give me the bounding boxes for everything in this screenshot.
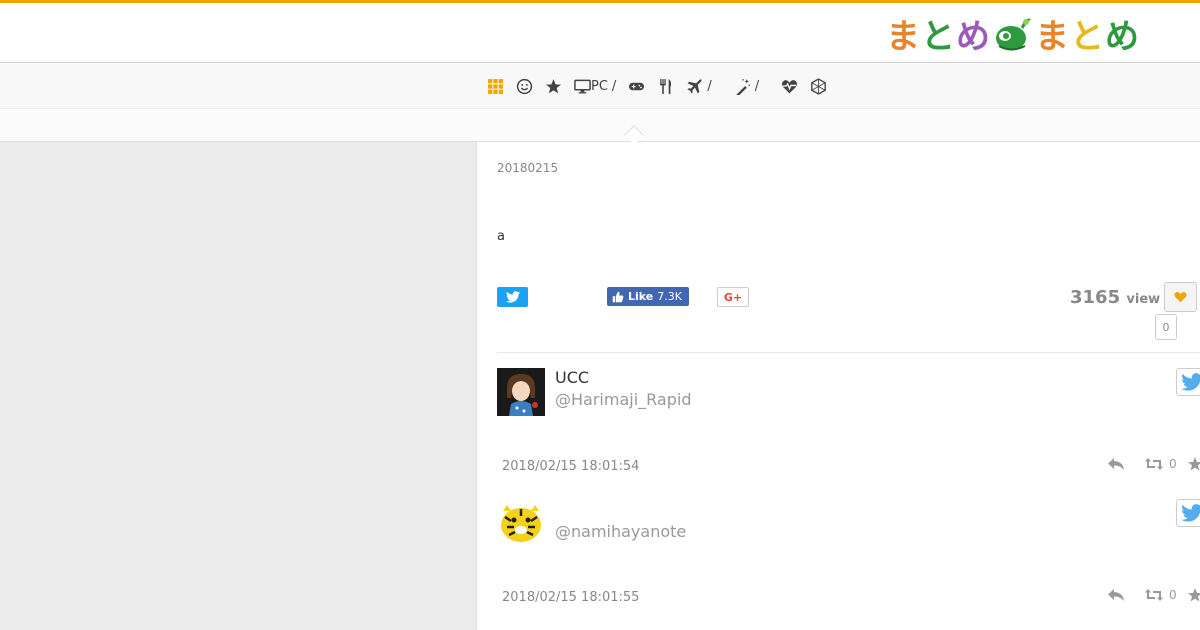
- nav-item-travel[interactable]: /: [686, 76, 712, 96]
- article-body: a: [497, 229, 505, 244]
- twitter-bird-icon: [505, 291, 520, 303]
- nav-item-food[interactable]: [657, 76, 674, 96]
- reply-icon[interactable]: [1107, 456, 1125, 472]
- nav-item-other[interactable]: [810, 76, 827, 96]
- category-nav: PC / / /: [0, 64, 1200, 108]
- reply-icon[interactable]: [1107, 587, 1125, 603]
- site-header: ま と め ま と め: [0, 3, 1200, 63]
- avatar[interactable]: [497, 368, 545, 416]
- retweet-count: 0: [1169, 588, 1177, 602]
- tweet-actions: 0: [1107, 587, 1200, 603]
- tweet-author-handle[interactable]: @Harimaji_Rapid: [555, 390, 691, 409]
- left-sidebar: [0, 142, 477, 630]
- logo-char: ま: [886, 16, 921, 57]
- retweet-icon[interactable]: [1145, 457, 1163, 471]
- google-plus-label: G+: [723, 290, 743, 304]
- grid-icon: [488, 78, 503, 94]
- thumbs-up-icon: [612, 291, 624, 302]
- desktop-icon: [574, 79, 591, 93]
- nav-item-beauty[interactable]: /: [734, 76, 759, 96]
- retweet-count: 0: [1169, 457, 1177, 471]
- favorite-button[interactable]: [1164, 282, 1197, 312]
- logo-char: め: [1105, 16, 1140, 57]
- star-icon: [546, 78, 561, 93]
- mascot-icon: [996, 18, 1031, 51]
- divider: [497, 352, 1200, 353]
- twitter-follow-button[interactable]: [1176, 368, 1200, 396]
- nav-item-favorite[interactable]: [545, 76, 562, 96]
- view-count-number: 3165: [1070, 287, 1121, 308]
- magic-wand-icon: [735, 78, 750, 95]
- twitter-follow-button[interactable]: [1176, 499, 1200, 527]
- facebook-like-button[interactable]: Like 7.3K: [607, 287, 689, 306]
- tweet-author-name[interactable]: UCC: [555, 368, 589, 387]
- tweet-timestamp[interactable]: 2018/02/15 18:01:54: [502, 459, 639, 474]
- article-date: 20180215: [497, 161, 559, 175]
- nav-item-fun[interactable]: [516, 76, 533, 96]
- twitter-bird-icon: [1181, 373, 1200, 391]
- retweet-icon[interactable]: [1145, 588, 1163, 602]
- heart-icon: [1174, 291, 1187, 303]
- article-panel: 20180215 a Like 7.3K G+ 3165 view 0 UCC …: [478, 142, 1200, 630]
- logo-char: と: [1070, 16, 1105, 57]
- nav-separator: /: [707, 78, 712, 94]
- view-count-unit: view: [1126, 292, 1161, 307]
- avatar[interactable]: [497, 499, 545, 547]
- nav-item-game[interactable]: [628, 76, 645, 96]
- tweet-author-handle[interactable]: @namihayanote: [555, 522, 686, 541]
- logo-char: ま: [1035, 16, 1070, 57]
- gamepad-icon: [629, 82, 645, 90]
- twitter-bird-icon: [1181, 504, 1200, 522]
- favorite-count: 0: [1155, 314, 1177, 340]
- twitter-share-button[interactable]: [497, 287, 528, 307]
- logo-char: と: [921, 16, 956, 57]
- hexagon-icon: [811, 77, 826, 95]
- view-count: 3165 view: [1070, 287, 1160, 308]
- facebook-like-count: 7.3K: [657, 290, 682, 303]
- sub-nav-bar: [0, 108, 1200, 142]
- nav-item-label: PC: [591, 78, 608, 94]
- nav-separator: /: [754, 78, 760, 94]
- plane-icon: [687, 78, 702, 94]
- heartbeat-icon: [782, 79, 798, 93]
- star-icon[interactable]: [1187, 587, 1200, 603]
- logo-char: め: [956, 16, 991, 57]
- nav-item-pc[interactable]: PC /: [574, 76, 616, 96]
- facebook-like-label: Like: [628, 290, 654, 303]
- site-logo[interactable]: ま と め ま と め: [886, 11, 1140, 57]
- nav-item-all[interactable]: [487, 76, 504, 96]
- tweet-timestamp[interactable]: 2018/02/15 18:01:55: [502, 590, 639, 605]
- smile-icon: [516, 78, 533, 94]
- google-plus-button[interactable]: G+: [717, 287, 749, 307]
- tweet-actions: 0: [1107, 456, 1200, 472]
- utensils-icon: [660, 78, 672, 94]
- star-icon[interactable]: [1187, 456, 1200, 472]
- nav-item-health[interactable]: [781, 76, 798, 96]
- nav-separator: /: [611, 78, 617, 94]
